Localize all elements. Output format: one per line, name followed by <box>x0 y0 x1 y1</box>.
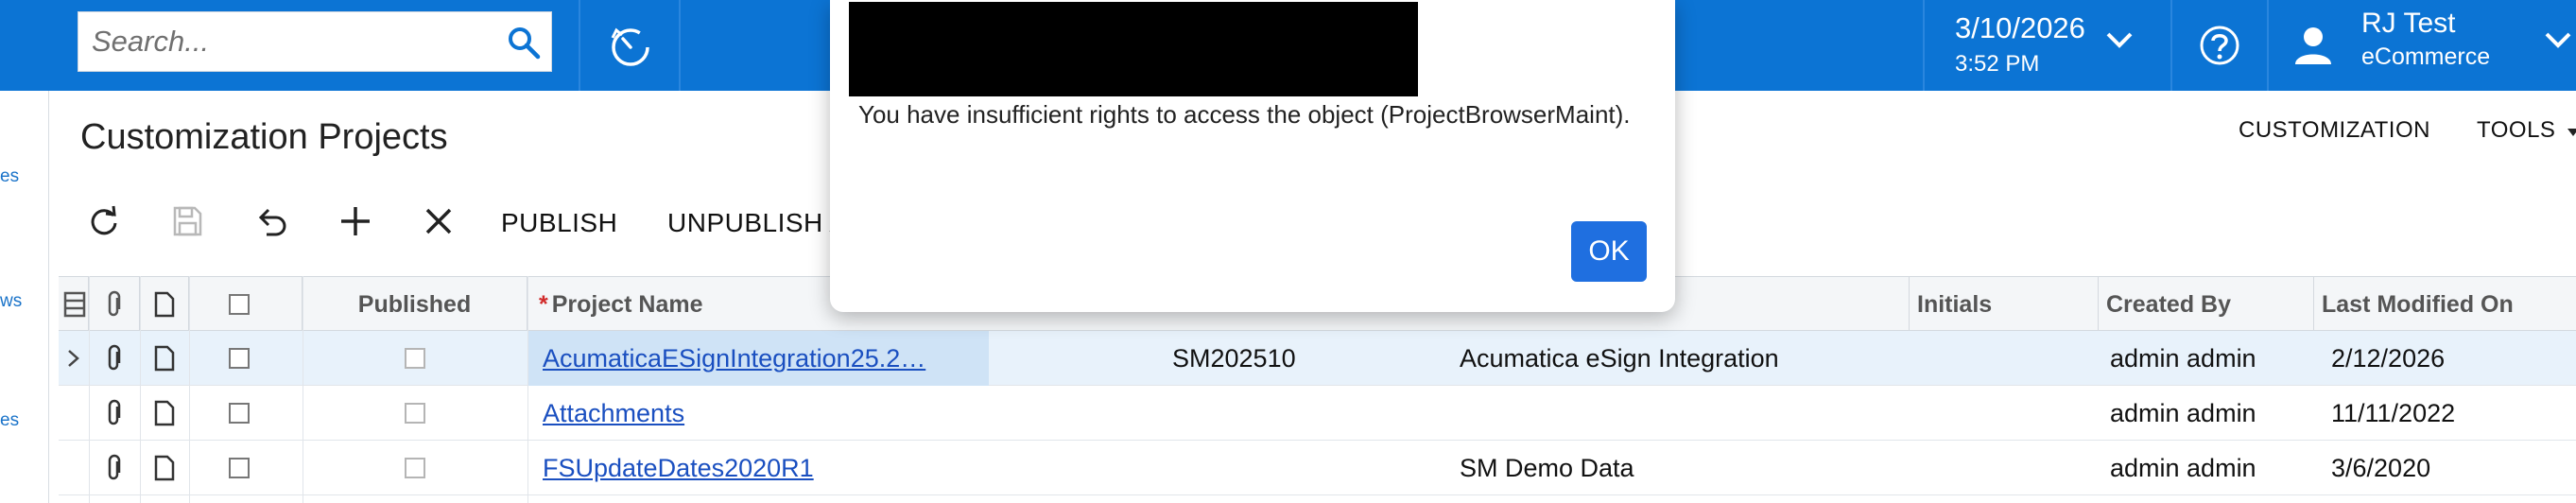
document-icon <box>154 291 175 318</box>
search-icon[interactable] <box>506 25 542 61</box>
document-icon[interactable] <box>153 344 176 373</box>
row-select-checkbox[interactable] <box>229 403 250 424</box>
user-company: eCommerce <box>2361 43 2491 70</box>
left-nav-link[interactable]: es <box>0 410 19 431</box>
header-document-cell <box>140 277 189 332</box>
customization-menu[interactable]: CUSTOMIZATION <box>2239 117 2430 144</box>
chevron-down-icon[interactable] <box>2104 30 2135 51</box>
refresh-button[interactable] <box>79 200 129 242</box>
topbar-separator <box>679 0 681 91</box>
delete-button[interactable] <box>414 200 463 242</box>
history-icon <box>611 27 649 66</box>
grid-divider <box>527 276 528 503</box>
grid-divider <box>189 276 190 503</box>
row-select-checkbox[interactable] <box>229 348 250 369</box>
publish-button[interactable]: PUBLISH <box>501 208 617 238</box>
error-dialog: You have insufficient rights to access t… <box>830 0 1675 312</box>
business-date[interactable]: 3/10/2026 3:52 PM <box>1925 6 2170 87</box>
chevron-right-icon[interactable] <box>66 348 81 369</box>
header-files-cell <box>59 277 89 332</box>
paperclip-icon <box>108 290 121 317</box>
document-icon[interactable] <box>153 399 176 427</box>
description-cell: Acumatica eSign Integration <box>1460 344 1779 373</box>
row-select-checkbox[interactable] <box>229 458 250 478</box>
screen-id-cell: SM202510 <box>1172 344 1296 373</box>
paperclip-icon[interactable] <box>104 344 125 373</box>
help-button[interactable] <box>2174 0 2265 91</box>
chevron-down-icon[interactable] <box>2543 30 2573 51</box>
date-label: 3/10/2026 <box>1955 11 2085 44</box>
left-nav-link[interactable]: ws <box>0 291 22 312</box>
refresh-icon <box>91 205 117 235</box>
user-name: RJ Test <box>2361 8 2456 39</box>
topbar-separator <box>2170 0 2172 91</box>
tools-menu[interactable]: TOOLS <box>2477 117 2555 144</box>
undo-icon <box>258 208 286 236</box>
published-checkbox <box>405 403 425 424</box>
required-marker: * <box>539 291 548 318</box>
user-icon <box>2295 27 2331 64</box>
user-menu[interactable]: RJ Test eCommerce <box>2269 0 2576 91</box>
column-header-initials[interactable]: Initials <box>1910 277 2099 332</box>
grid-divider <box>140 276 141 503</box>
page: 3/10/2026 3:52 PM RJ Test eCommerce <box>0 0 2576 503</box>
add-button[interactable] <box>331 200 380 242</box>
header-select-all-cell[interactable] <box>189 277 303 332</box>
paperclip-icon[interactable] <box>104 454 125 482</box>
header-attachments-cell <box>89 277 140 332</box>
project-name-link[interactable]: FSUpdateDates2020R1 <box>527 441 989 495</box>
project-name-link[interactable]: AcumaticaESignIntegration25.2… <box>527 331 989 386</box>
last-modified-cell: 3/6/2020 <box>2331 454 2431 482</box>
help-icon <box>2200 26 2239 65</box>
save-button[interactable] <box>163 200 212 242</box>
delete-icon <box>425 208 452 234</box>
unpublish-button[interactable]: UNPUBLISH A <box>667 208 848 238</box>
paperclip-icon[interactable] <box>104 399 125 427</box>
page-title: Customization Projects <box>80 117 448 157</box>
published-checkbox <box>405 458 425 478</box>
description-cell: SM Demo Data <box>1460 454 1634 482</box>
search-input[interactable] <box>78 12 475 71</box>
left-nav-strip: es ws es <box>0 91 49 503</box>
table-row[interactable]: Attachments admin admin 11/11/2022 <box>59 386 2576 441</box>
ok-button[interactable]: OK <box>1571 221 1647 282</box>
caret-down-icon[interactable] <box>2567 129 2576 136</box>
project-name-link[interactable]: Attachments <box>527 386 989 441</box>
redacted-title <box>849 2 1418 96</box>
table-row[interactable]: FSUpdateDates2020R1 SM Demo Data admin a… <box>59 441 2576 495</box>
notes-icon <box>63 291 86 318</box>
left-nav-link[interactable]: es <box>0 166 19 187</box>
column-header-last-modified[interactable]: Last Modified On <box>2314 277 2576 332</box>
time-label: 3:52 PM <box>1955 51 2040 77</box>
document-icon[interactable] <box>153 454 176 482</box>
published-checkbox <box>405 348 425 369</box>
last-modified-cell: 2/12/2026 <box>2331 344 2446 373</box>
last-modified-cell: 11/11/2022 <box>2331 399 2456 427</box>
created-by-cell: admin admin <box>2110 344 2256 373</box>
table-row[interactable]: AcumaticaESignIntegration25.2… SM202510 … <box>59 331 2576 386</box>
undo-button[interactable] <box>246 200 295 242</box>
search-box[interactable] <box>78 11 552 72</box>
column-header-published[interactable]: Published <box>303 277 527 332</box>
select-all-checkbox[interactable] <box>229 294 250 315</box>
created-by-cell: admin admin <box>2110 454 2256 482</box>
history-button[interactable] <box>580 0 681 91</box>
error-message: You have insufficient rights to access t… <box>858 100 1631 129</box>
add-icon <box>341 207 370 235</box>
save-icon <box>173 206 202 236</box>
column-header-project-name-label: Project Name <box>551 291 703 318</box>
grid-divider <box>89 276 90 503</box>
column-header-created-by[interactable]: Created By <box>2099 277 2314 332</box>
created-by-cell: admin admin <box>2110 399 2256 427</box>
